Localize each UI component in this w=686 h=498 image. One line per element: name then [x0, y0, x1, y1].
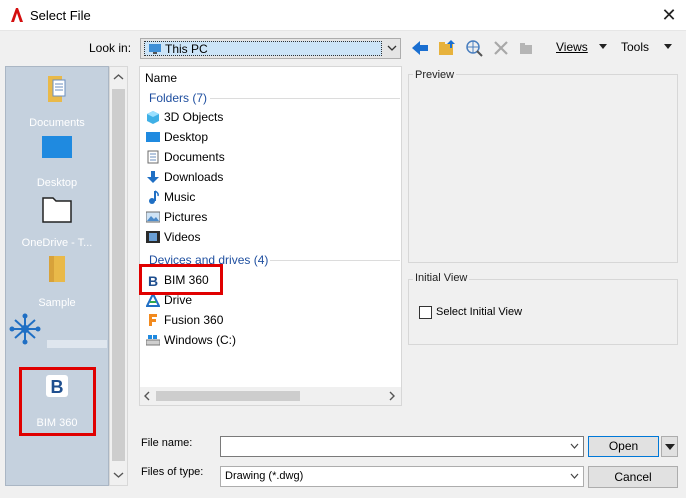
- place-onedrive[interactable]: OneDrive - T...: [5, 192, 109, 249]
- initial-view-label: Initial View: [413, 272, 470, 284]
- chevron-down-icon[interactable]: [570, 473, 579, 479]
- videos-icon: [146, 231, 160, 243]
- up-folder-icon[interactable]: [437, 38, 457, 58]
- views-menu[interactable]: Views: [556, 40, 588, 54]
- documents-folder-icon: [48, 76, 66, 102]
- views-dropdown-icon[interactable]: [599, 44, 607, 49]
- list-item-label: Documents: [164, 150, 225, 164]
- cancel-button[interactable]: Cancel: [588, 466, 678, 488]
- list-item-label: Drive: [164, 293, 193, 307]
- look-in-label: Look in:: [89, 41, 132, 55]
- look-in-combo[interactable]: This PC: [140, 38, 401, 59]
- file-list[interactable]: Name Folders (7) 3D Objects Desktop Docu…: [139, 66, 402, 406]
- place-network[interactable]: [5, 312, 109, 351]
- open-label: Open: [608, 439, 639, 453]
- column-header-name[interactable]: Name: [145, 71, 177, 85]
- file-list-hscrollbar[interactable]: [140, 387, 401, 405]
- window-title: Select File: [30, 8, 91, 23]
- views-label: Views: [556, 40, 588, 54]
- list-item-label: Desktop: [164, 130, 209, 144]
- group-divider: [210, 98, 400, 99]
- select-initial-view-label[interactable]: Select Initial View: [436, 306, 522, 318]
- search-web-icon[interactable]: [464, 38, 484, 58]
- file-name-label: File name:: [141, 437, 193, 449]
- chevron-down-icon[interactable]: [570, 443, 579, 449]
- desktop-icon: [146, 132, 160, 142]
- list-item-label: Pictures: [164, 210, 208, 224]
- files-of-type-value: Drawing (*.dwg): [225, 470, 304, 482]
- tools-menu[interactable]: Tools: [621, 40, 649, 54]
- place-label: OneDrive - T...: [21, 237, 93, 249]
- list-item-label: Fusion 360: [164, 313, 224, 327]
- scroll-right-icon[interactable]: [388, 391, 396, 401]
- file-name-input[interactable]: [220, 436, 584, 457]
- list-item-label: Downloads: [164, 170, 224, 184]
- desktop-icon: [42, 136, 72, 158]
- scrollbar-thumb[interactable]: [112, 89, 125, 461]
- cancel-label: Cancel: [614, 470, 652, 484]
- place-label: Sample: [38, 297, 76, 309]
- downloads-icon: [147, 171, 159, 183]
- list-item-label: 3D Objects: [164, 110, 224, 124]
- place-label: [46, 340, 107, 348]
- title-bar: Select File ✕: [0, 0, 686, 31]
- chevron-down-icon: [387, 45, 397, 51]
- scrollbar-thumb[interactable]: [156, 391, 300, 401]
- list-item-label: Videos: [164, 230, 201, 244]
- list-item-label: Windows (C:): [164, 333, 237, 347]
- folder-outline-icon: [42, 197, 72, 223]
- highlight-box-places: [19, 367, 96, 436]
- drive-icon: [146, 293, 160, 307]
- new-folder-icon[interactable]: [517, 38, 537, 58]
- select-initial-view-checkbox[interactable]: [419, 306, 432, 319]
- open-button[interactable]: Open: [588, 436, 659, 457]
- preview-label: Preview: [413, 69, 457, 81]
- place-label: Documents: [29, 117, 85, 129]
- list-item-label: Music: [164, 190, 196, 204]
- pictures-icon: [146, 211, 160, 223]
- places-scrollbar[interactable]: [109, 66, 128, 486]
- 3d-objects-icon: [147, 111, 159, 124]
- network-hub-icon: [9, 313, 41, 345]
- documents-icon: [147, 150, 159, 164]
- highlight-box-bim360: [139, 264, 223, 295]
- caret-down-icon: [665, 444, 675, 450]
- preview-panel: [408, 74, 678, 263]
- close-icon[interactable]: ✕: [660, 6, 678, 24]
- place-sample[interactable]: Sample: [5, 252, 109, 309]
- place-documents[interactable]: Documents: [5, 72, 109, 129]
- delete-icon[interactable]: [491, 38, 511, 58]
- open-options-button[interactable]: [661, 436, 678, 457]
- files-of-type-select[interactable]: Drawing (*.dwg): [220, 466, 584, 487]
- fusion360-icon: [149, 314, 157, 326]
- scroll-left-icon[interactable]: [143, 391, 151, 401]
- look-in-value: This PC: [165, 42, 208, 56]
- place-desktop[interactable]: Desktop: [5, 132, 109, 189]
- folder-icon: [49, 256, 65, 282]
- windows-drive-icon: [146, 335, 160, 346]
- tools-dropdown-icon[interactable]: [664, 44, 672, 49]
- this-pc-icon: [149, 44, 161, 54]
- back-arrow-icon[interactable]: [410, 38, 430, 58]
- folders-group-header[interactable]: Folders (7): [149, 91, 207, 105]
- group-divider: [270, 260, 400, 261]
- files-of-type-label: Files of type:: [141, 466, 204, 478]
- music-icon: [149, 190, 159, 204]
- place-label: Desktop: [36, 177, 78, 189]
- scroll-up-icon[interactable]: [113, 73, 124, 81]
- autocad-logo-icon: [11, 8, 23, 22]
- scroll-down-icon[interactable]: [113, 471, 124, 479]
